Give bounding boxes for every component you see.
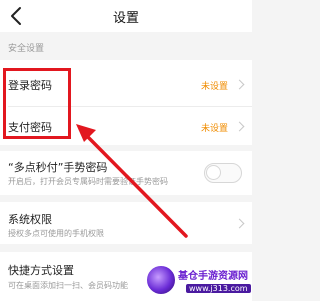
watermark: 基仓手游资源网 www.j313.com <box>146 262 252 301</box>
navigation-bar: 设置 <box>0 0 252 32</box>
login-password-status: 未设置 <box>200 82 228 92</box>
shortcut-settings-label: 快捷方式设置 <box>8 264 74 277</box>
watermark-url: www.j313.com <box>186 284 251 293</box>
chevron-right-icon <box>234 121 245 132</box>
page-title: 设置 <box>112 11 139 26</box>
chevron-right-icon <box>234 218 245 229</box>
watermark-title: 基仓手游资源网 <box>178 271 248 282</box>
chevron-right-icon <box>234 79 245 90</box>
toggle-knob <box>206 165 221 180</box>
pay-password-status: 未设置 <box>200 124 228 134</box>
system-permissions-row[interactable]: 系统权限 授权多点可使用的手机权限 <box>0 202 252 244</box>
watermark-logo-icon <box>146 265 176 295</box>
gesture-password-label: “多点秒付”手势密码 <box>8 161 108 174</box>
system-permissions-label: 系统权限 <box>8 213 52 226</box>
system-permissions-description: 授权多点可使用的手机权限 <box>8 229 104 238</box>
gesture-password-description: 开启后，打开会员专属码时需要验证手势密码 <box>8 177 168 186</box>
shortcut-settings-description: 可在桌面添加扫一扫、会员码功能 <box>8 281 128 290</box>
highlight-box <box>3 68 71 139</box>
gesture-password-toggle[interactable] <box>204 163 242 183</box>
section-label-security: 安全设置 <box>8 44 45 54</box>
gesture-password-row: “多点秒付”手势密码 开启后，打开会员专属码时需要验证手势密码 <box>0 151 252 195</box>
